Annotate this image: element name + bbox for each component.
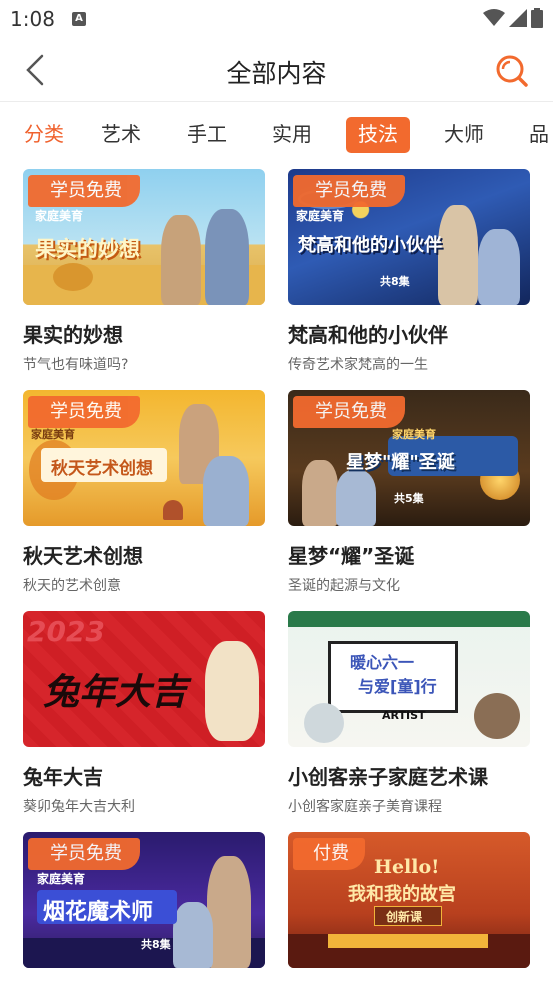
tab-category[interactable]: 分类 — [24, 117, 64, 153]
tab-more[interactable]: 品 — [529, 117, 549, 153]
course-card[interactable]: 2023 兔年大吉 兔年大吉 葵卯兔年大吉大利 — [23, 611, 265, 816]
course-title: 星梦“耀”圣诞 — [288, 544, 415, 568]
course-thumbnail: 家庭美育 烟花魔术师 共8集 学员免费 — [23, 832, 265, 968]
course-card[interactable]: 家庭美育 秋天艺术创想 学员免费 秋天艺术创想 秋天的艺术创意 — [23, 390, 265, 595]
course-title: 秋天艺术创想 — [23, 544, 143, 568]
course-subtitle: 小创客家庭亲子美育课程 — [288, 799, 442, 815]
thumbnail-caption: ARTIST — [382, 709, 426, 722]
header-bar: 全部内容 — [0, 38, 553, 102]
tab-art[interactable]: 艺术 — [101, 117, 141, 153]
course-subtitle: 传奇艺术家梵高的一生 — [288, 357, 428, 373]
notification-icon: A — [72, 12, 86, 26]
tab-practical[interactable]: 实用 — [272, 117, 312, 153]
member-free-badge: 学员免费 — [28, 396, 140, 428]
tab-masters[interactable]: 大师 — [444, 117, 484, 153]
course-card[interactable]: 家庭美育 梵高和他的小伙伴 共8集 学员免费 梵高和他的小伙伴 传奇艺术家梵高的… — [288, 169, 530, 374]
thumbnail-line-2: 与爱[童]行 — [358, 677, 437, 696]
episode-count: 共8集 — [141, 938, 171, 951]
course-card[interactable]: 家庭美育 果实的妙想 学员免费 果实的妙想 节气也有味道吗? — [23, 169, 265, 374]
thumbnail-year: 2023 — [27, 615, 105, 648]
wifi-icon — [483, 9, 505, 26]
tab-handcraft[interactable]: 手工 — [187, 117, 227, 153]
thumbnail-tag: 家庭美育 — [35, 209, 84, 223]
thumbnail-tag: 家庭美育 — [392, 428, 436, 441]
thumbnail-title: 烟花魔术师 — [43, 900, 154, 925]
tab-technique[interactable]: 技法 — [346, 117, 410, 153]
course-subtitle: 葵卯兔年大吉大利 — [23, 799, 135, 815]
thumbnail-caption: 创新课 — [386, 910, 423, 924]
course-thumbnail: 家庭美育 秋天艺术创想 学员免费 — [23, 390, 265, 526]
course-title: 果实的妙想 — [23, 323, 123, 347]
signal-icon — [509, 9, 527, 27]
search-button[interactable] — [493, 52, 531, 90]
member-free-badge: 学员免费 — [28, 175, 140, 207]
course-subtitle: 秋天的艺术创意 — [23, 578, 121, 594]
course-card[interactable]: 家庭美育 烟花魔术师 共8集 学员免费 — [23, 832, 265, 968]
course-thumbnail: 家庭美育 星梦"耀"圣诞 共5集 学员免费 — [288, 390, 530, 526]
course-card[interactable]: 家庭美育 星梦"耀"圣诞 共5集 学员免费 星梦“耀”圣诞 圣诞的起源与文化 — [288, 390, 530, 595]
thumbnail-title: 星梦"耀"圣诞 — [346, 452, 455, 473]
thumbnail-title: 果实的妙想 — [35, 237, 140, 261]
thumbnail-title: 秋天艺术创想 — [51, 459, 153, 479]
thumbnail-tag: 家庭美育 — [31, 428, 75, 441]
status-time: 1:08 — [10, 7, 55, 31]
course-title: 小创客亲子家庭艺术课 — [288, 765, 488, 789]
member-free-badge: 学员免费 — [293, 396, 405, 428]
thumbnail-line-2: 我和我的故宫 — [348, 884, 456, 905]
course-subtitle: 节气也有味道吗? — [23, 357, 129, 373]
status-bar: 1:08 A — [0, 0, 553, 38]
course-thumbnail: 2023 兔年大吉 — [23, 611, 265, 747]
course-thumbnail: 家庭美育 梵高和他的小伙伴 共8集 学员免费 — [288, 169, 530, 305]
status-icons — [483, 8, 543, 28]
course-card[interactable]: 暖心六一 与爱[童]行 ARTIST 小创客亲子家庭艺术课 小创客家庭亲子美育课… — [288, 611, 530, 816]
course-title: 兔年大吉 — [23, 765, 103, 789]
course-thumbnail: 暖心六一 与爱[童]行 ARTIST — [288, 611, 530, 747]
course-thumbnail: Hello! 我和我的故宫 创新课 付费 — [288, 832, 530, 968]
thumbnail-tag: 家庭美育 — [296, 209, 345, 223]
paid-badge: 付费 — [293, 838, 365, 870]
thumbnail-tag: 家庭美育 — [37, 872, 86, 886]
course-subtitle: 圣诞的起源与文化 — [288, 578, 400, 594]
search-icon — [496, 55, 528, 87]
member-free-badge: 学员免费 — [28, 838, 140, 870]
thumbnail-title: 兔年大吉 — [43, 672, 188, 713]
page-title: 全部内容 — [226, 59, 327, 88]
course-thumbnail: 家庭美育 果实的妙想 学员免费 — [23, 169, 265, 305]
episode-count: 共8集 — [380, 275, 410, 288]
episode-count: 共5集 — [394, 492, 424, 505]
thumbnail-line-1: 暖心六一 — [350, 653, 415, 672]
thumbnail-line-1: Hello! — [374, 856, 440, 878]
category-tabs: 分类 艺术 手工 实用 技法 大师 品 — [0, 103, 553, 161]
battery-icon — [531, 8, 543, 28]
course-title: 梵高和他的小伙伴 — [288, 323, 448, 347]
member-free-badge: 学员免费 — [293, 175, 405, 207]
course-card[interactable]: Hello! 我和我的故宫 创新课 付费 — [288, 832, 530, 968]
thumbnail-title: 梵高和他的小伙伴 — [298, 235, 442, 256]
